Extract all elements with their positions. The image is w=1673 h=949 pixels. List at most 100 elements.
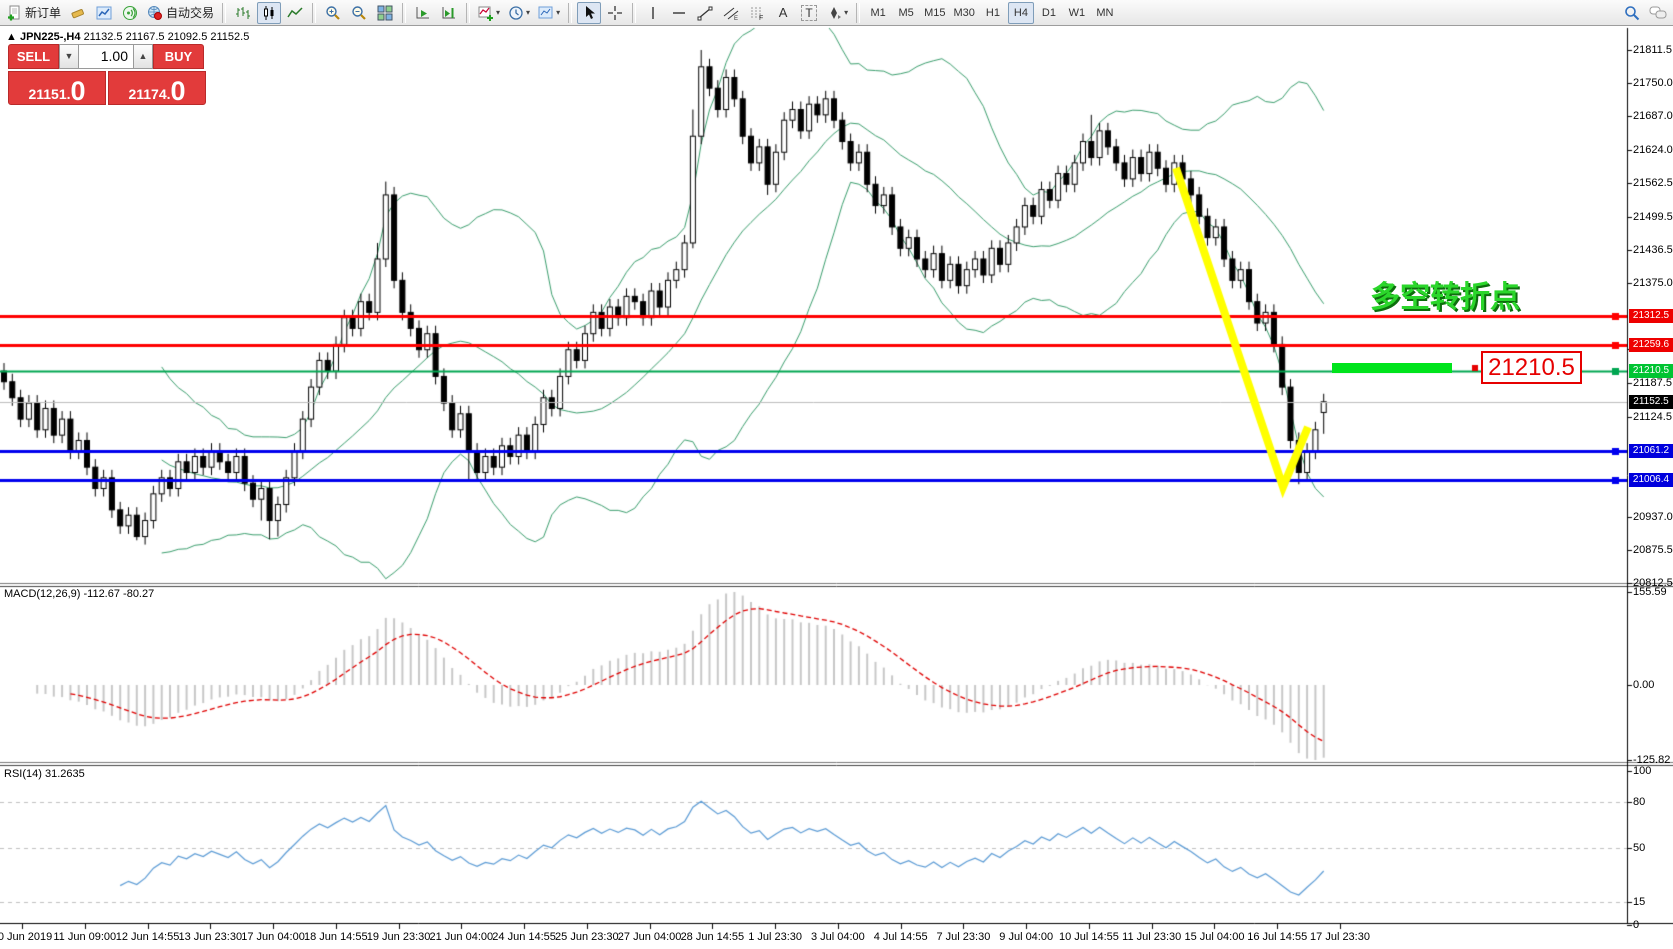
collapse-marker[interactable]: ▲	[6, 31, 17, 43]
sell-button[interactable]: SELL	[8, 44, 59, 69]
text-tool-button[interactable]: A	[771, 2, 795, 24]
periods-button[interactable]: ▾	[505, 2, 533, 24]
text-tool-icon: A	[779, 5, 788, 20]
chart-shift-icon	[441, 5, 457, 21]
indicator-axis-label: 15	[1633, 896, 1645, 908]
tab-timeframe-H1[interactable]: H1	[980, 2, 1006, 24]
buy-price-main: 21174	[128, 87, 166, 102]
bar-chart-icon	[235, 5, 251, 21]
tab-timeframe-D1[interactable]: D1	[1036, 2, 1062, 24]
indicator-axis-label: 80	[1633, 796, 1645, 808]
chat-icon	[1649, 5, 1667, 21]
separator	[632, 3, 636, 23]
crosshair-icon	[607, 5, 623, 21]
price-tag-21152.5: 21152.5	[1629, 395, 1673, 409]
sell-price[interactable]: 21151.0	[8, 71, 106, 105]
chat-button[interactable]	[1646, 2, 1670, 24]
price-callout-label[interactable]: 21210.5	[1481, 351, 1582, 384]
fibonacci-button[interactable]: F	[745, 2, 769, 24]
horizontal-line-button[interactable]	[667, 2, 691, 24]
timeframe-group: M1M5M15M30H1H4D1W1MN	[864, 2, 1119, 24]
separator	[568, 3, 572, 23]
crosshair-button[interactable]	[603, 2, 627, 24]
dropdown-caret: ▾	[526, 8, 530, 17]
time-label: 17 Jun 04:00	[241, 931, 305, 943]
trendline-button[interactable]	[693, 2, 717, 24]
templates-button[interactable]: ▾	[535, 2, 563, 24]
volume-down-button[interactable]: ▼	[59, 44, 79, 69]
rsi-value: 31.2635	[45, 768, 85, 780]
candlestick-chart-button[interactable]	[257, 2, 281, 24]
highlight-bar[interactable]	[1332, 363, 1452, 373]
svg-text:F: F	[759, 15, 763, 21]
tab-timeframe-H4[interactable]: H4	[1008, 2, 1034, 24]
volume-up-button[interactable]: ▲	[133, 44, 153, 69]
equidistant-channel-button[interactable]: E	[719, 2, 743, 24]
price-tag-21061.2: 21061.2	[1629, 444, 1673, 458]
tab-timeframe-MN[interactable]: MN	[1092, 2, 1118, 24]
arrows-icon	[826, 5, 842, 21]
price-tick-label: 21124.5	[1633, 411, 1672, 423]
rsi-name: RSI(14)	[4, 768, 42, 780]
time-label: 28 Jun 14:55	[681, 931, 745, 943]
price-tick-label: 21624.0	[1633, 144, 1673, 156]
tab-timeframe-M1[interactable]: M1	[865, 2, 891, 24]
tab-timeframe-W1[interactable]: W1	[1064, 2, 1090, 24]
dropdown-caret: ▾	[844, 8, 848, 17]
tab-timeframe-M5[interactable]: M5	[893, 2, 919, 24]
cursor-icon	[581, 5, 597, 21]
macd-name: MACD(12,26,9)	[4, 588, 80, 600]
indicator-axis-label: -125.82	[1633, 754, 1670, 766]
price-tick-label: 20937.0	[1633, 511, 1673, 523]
equidistant-channel-icon: E	[723, 5, 739, 21]
market-depth-icon	[96, 5, 112, 21]
template-icon	[538, 5, 554, 21]
vertical-line-button[interactable]	[641, 2, 665, 24]
auto-scroll-button[interactable]	[411, 2, 435, 24]
arrows-button[interactable]: ▾	[823, 2, 851, 24]
tile-windows-button[interactable]	[373, 2, 397, 24]
price-tick-label: 21562.5	[1633, 177, 1673, 189]
one-click-trade-panel: SELL ▼ 1.00 ▲ BUY 21151.0 21174.0	[8, 44, 206, 105]
time-label: 10 Jul 14:55	[1059, 931, 1119, 943]
new-order-button[interactable]: 新订单	[3, 2, 64, 24]
time-label: 15 Jul 04:00	[1185, 931, 1245, 943]
chart-canvas[interactable]	[0, 0, 1673, 949]
buy-price[interactable]: 21174.0	[108, 71, 206, 105]
eraser-button[interactable]	[66, 2, 90, 24]
line-chart-button[interactable]	[283, 2, 307, 24]
buy-button[interactable]: BUY	[153, 44, 204, 69]
price-tag-21006.4: 21006.4	[1629, 473, 1673, 487]
indicator-axis-label: 155.59	[1633, 586, 1667, 598]
tile-windows-icon	[377, 5, 393, 21]
tab-timeframe-M15[interactable]: M15	[921, 2, 948, 24]
tab-timeframe-M30[interactable]: M30	[951, 2, 978, 24]
clock-icon	[508, 5, 524, 21]
text-label-button[interactable]: T	[797, 2, 821, 24]
signals-button[interactable]	[118, 2, 142, 24]
time-label: 21 Jun 04:00	[430, 931, 494, 943]
price-tick-label: 21750.0	[1633, 77, 1673, 89]
time-label: 4 Jul 14:55	[874, 931, 928, 943]
zoom-out-button[interactable]	[347, 2, 371, 24]
cursor-button[interactable]	[577, 2, 601, 24]
signals-icon	[122, 5, 138, 21]
zoom-in-button[interactable]	[321, 2, 345, 24]
turning-point-annotation[interactable]: 多空转折点	[1370, 272, 1520, 316]
horizontal-line-icon	[671, 5, 687, 21]
toolbar: 新订单 自动交易	[0, 0, 1673, 26]
price-tag-21210.5: 21210.5	[1629, 364, 1673, 378]
chart-shift-button[interactable]	[437, 2, 461, 24]
time-label: 13 Jun 23:30	[178, 931, 242, 943]
separator	[312, 3, 316, 23]
auto-trading-button[interactable]: 自动交易	[144, 2, 217, 24]
indicators-button[interactable]: ▾	[475, 2, 503, 24]
volume-field[interactable]: 1.00	[79, 44, 133, 69]
market-depth-button[interactable]	[92, 2, 116, 24]
symbol-name: JPN225-,H4	[20, 31, 81, 43]
time-label: 11 Jun 09:00	[53, 931, 116, 943]
time-label: 10 Jun 2019	[0, 931, 52, 943]
price-tick-label: 21811.5	[1633, 44, 1672, 56]
search-button[interactable]	[1620, 2, 1644, 24]
bar-chart-button[interactable]	[231, 2, 255, 24]
